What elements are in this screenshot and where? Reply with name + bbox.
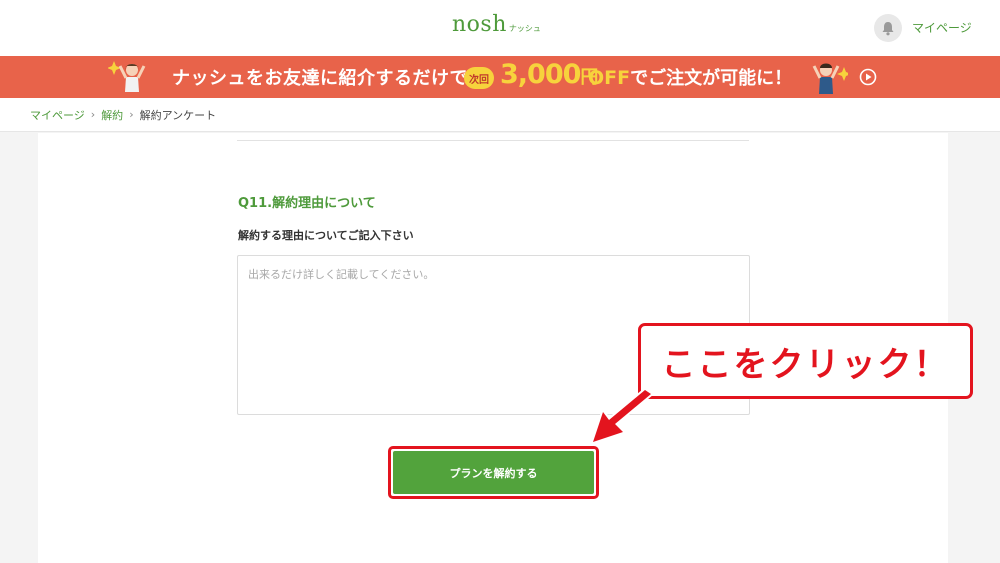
- callout-text: ここをクリック！: [661, 344, 950, 385]
- instruction-callout: ここをクリック！: [638, 323, 973, 399]
- off-label: OFF: [588, 67, 631, 89]
- breadcrumb-cancel[interactable]: 解約: [101, 107, 123, 123]
- logo-main-text: nosh: [452, 12, 507, 37]
- mypage-link[interactable]: マイページ: [912, 19, 972, 36]
- chevron-right-icon: ›: [129, 108, 134, 121]
- pointer-arrow-icon: [591, 388, 653, 444]
- discount-amount: 3,000円: [500, 59, 598, 90]
- cancel-plan-button[interactable]: プランを解約する: [393, 451, 594, 494]
- off-text: OFFでご注文が可能に！: [588, 64, 792, 90]
- question-label: 解約する理由についてご記入下さい: [238, 229, 414, 242]
- logo-sub-text: ナッシュ: [508, 24, 541, 33]
- cheering-man-illustration: [812, 63, 848, 94]
- banner-text: ナッシュをお友達に紹介するだけで: [172, 68, 468, 89]
- amount-value: 3,000: [500, 59, 581, 90]
- next-time-badge: 次回: [464, 67, 494, 89]
- question-title: Q11.解約理由について: [238, 196, 376, 211]
- play-icon[interactable]: [859, 68, 877, 86]
- nosh-logo[interactable]: nosh ナッシュ: [452, 12, 541, 37]
- bell-icon[interactable]: [874, 14, 902, 42]
- breadcrumb: マイページ › 解約 › 解約アンケート: [0, 98, 1000, 132]
- site-header: nosh ナッシュ マイページ: [0, 0, 1000, 56]
- cheering-woman-illustration: [108, 61, 146, 92]
- breadcrumb-current: 解約アンケート: [139, 108, 217, 122]
- banner-suffix: でご注文が可能に！: [630, 68, 793, 89]
- section-divider: [237, 140, 749, 141]
- breadcrumb-mypage[interactable]: マイページ: [30, 107, 85, 123]
- chevron-right-icon: ›: [90, 108, 96, 121]
